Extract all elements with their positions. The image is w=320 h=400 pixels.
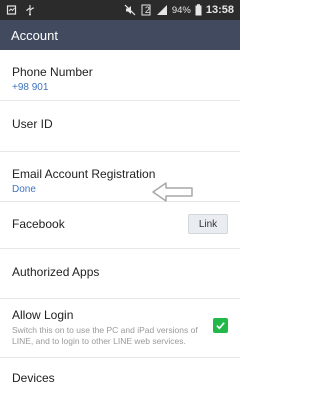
user-id-label: User ID: [12, 117, 53, 131]
left-arrow-icon: [152, 182, 193, 202]
page-title: Account: [11, 27, 58, 43]
clock: 13:58: [205, 4, 234, 16]
facebook-link-button[interactable]: Link: [188, 214, 228, 234]
usb-icon: [24, 4, 36, 16]
allow-login-checkbox[interactable]: [213, 318, 228, 333]
user-id-row[interactable]: User ID: [0, 101, 240, 152]
email-registration-status: Done: [12, 184, 36, 195]
email-registration-label: Email Account Registration: [12, 167, 156, 181]
phone-number-row[interactable]: Phone Number +98 901: [0, 50, 240, 101]
mute-icon: [124, 4, 136, 16]
email-registration-row[interactable]: Email Account Registration Done: [0, 152, 240, 202]
authorized-apps-label: Authorized Apps: [12, 265, 100, 279]
settings-list: Phone Number +98 901 User ID Email Accou…: [0, 50, 240, 398]
phone-number-value: +98 901: [12, 82, 49, 93]
status-bar: 2 94% 13:58: [0, 0, 240, 20]
app-bar: Account: [0, 20, 240, 50]
sim-number: 2: [144, 5, 150, 15]
devices-label: Devices: [12, 371, 55, 385]
facebook-row: Facebook Link: [0, 202, 240, 249]
devices-row[interactable]: Devices: [0, 358, 240, 398]
allow-login-description: Switch this on to use the PC and iPad ve…: [12, 325, 198, 346]
signal-icon: [156, 4, 168, 16]
authorized-apps-row[interactable]: Authorized Apps: [0, 249, 240, 299]
battery-icon: [195, 4, 202, 16]
checkmark-icon: [216, 322, 225, 330]
phone-number-label: Phone Number: [12, 65, 93, 79]
notification-icon: [6, 4, 18, 16]
allow-login-label: Allow Login: [12, 308, 74, 322]
allow-login-row[interactable]: Allow Login Switch this on to use the PC…: [0, 299, 240, 358]
battery-percent: 94%: [171, 4, 191, 16]
